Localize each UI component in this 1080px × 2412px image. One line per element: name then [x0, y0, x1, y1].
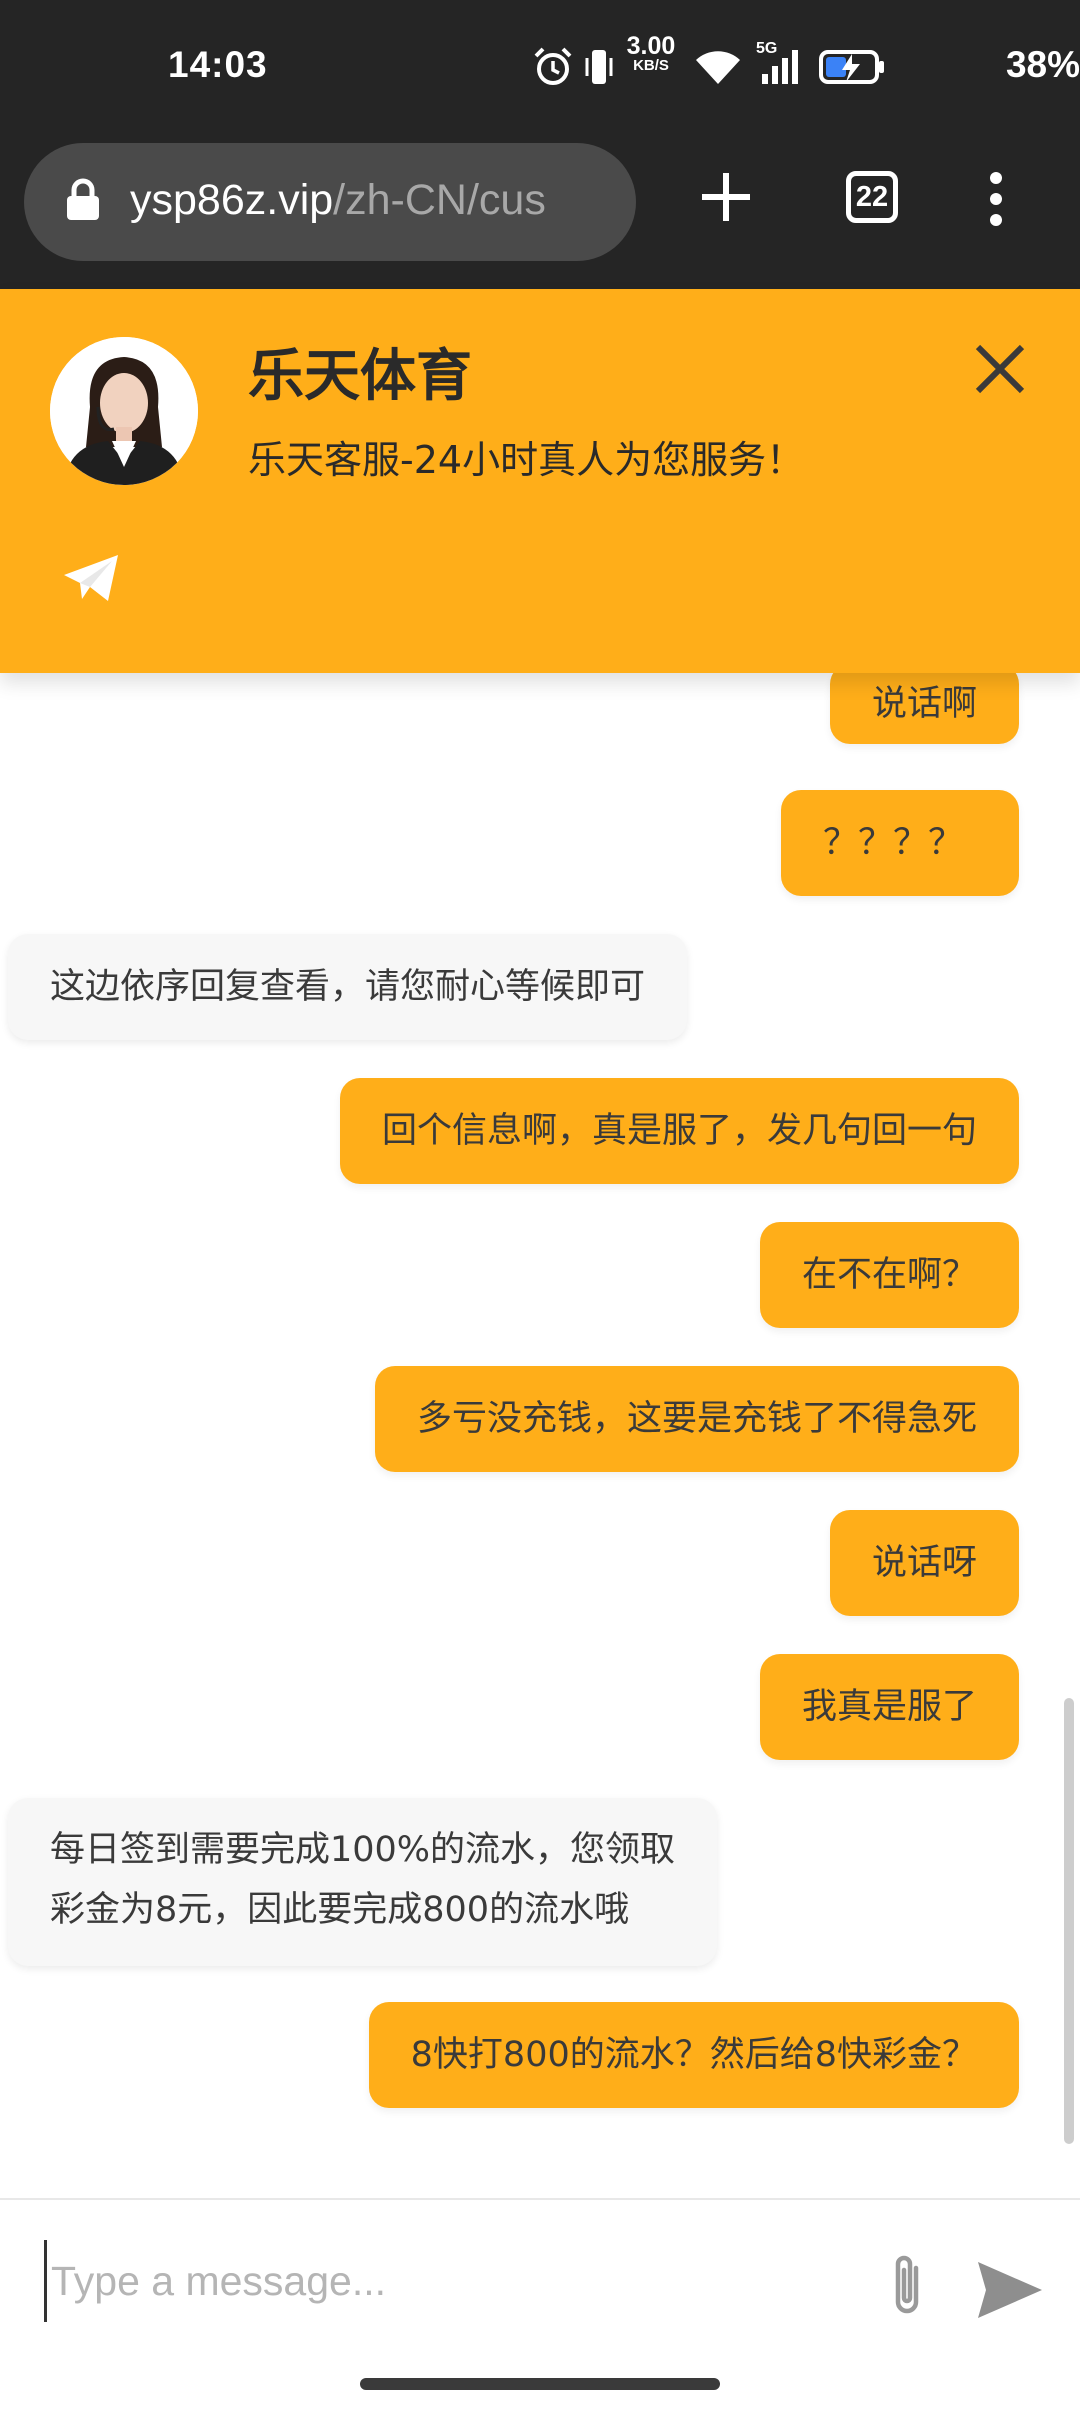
message-composer	[0, 2198, 1080, 2370]
status-icons: 3.00 KB/S 5G 38%	[520, 32, 1080, 96]
vibrate-icon	[585, 50, 613, 84]
message-outgoing: 说话呀	[829, 1510, 1019, 1616]
message-outgoing: 回个信息啊，真是服了，发几句回一句	[339, 1078, 1019, 1184]
network-speed: 3.00 KB/S	[626, 32, 676, 74]
message-scrollbar[interactable]	[1064, 1698, 1074, 2144]
battery-percent: 38%	[1005, 44, 1080, 85]
alarm-icon	[534, 47, 572, 85]
wifi-icon	[696, 51, 740, 84]
signal-icon	[762, 50, 798, 84]
message-list[interactable]: 说话啊 ？？？？ 这边依序回复查看，请您耐心等候即可 回个信息啊，真是服了，发几…	[0, 673, 1080, 2203]
agent-avatar-image	[50, 337, 198, 485]
send-icon[interactable]	[976, 2260, 1044, 2320]
status-bar: 14:03 3.00 KB/S 5G 38%	[0, 0, 1080, 135]
browser-toolbar: ysp86z.vip/zh-CN/cus 22	[0, 135, 1080, 289]
message-outgoing: 8快打800的流水？然后给8快彩金？	[368, 2002, 1019, 2108]
message-outgoing: 我真是服了	[759, 1654, 1019, 1760]
agent-name: 乐天体育	[248, 344, 472, 409]
message-outgoing: 在不在啊？	[759, 1222, 1019, 1328]
agent-avatar	[50, 337, 198, 485]
message-incoming: 这边依序回复查看，请您耐心等候即可	[8, 934, 688, 1040]
url-path: /zh-CN/cus	[333, 176, 546, 224]
paperclip-icon[interactable]	[886, 2252, 930, 2322]
message-outgoing: 说话啊	[829, 673, 1019, 744]
telegram-icon[interactable]	[62, 553, 120, 603]
url-text: ysp86z.vip/zh-CN/cus	[130, 176, 630, 225]
address-bar[interactable]: ysp86z.vip/zh-CN/cus	[24, 143, 636, 261]
status-time: 14:03	[168, 44, 268, 85]
tab-switcher-button[interactable]: 22	[846, 171, 898, 223]
close-icon[interactable]	[970, 339, 1030, 399]
lock-icon	[67, 178, 99, 220]
chat-header: 乐天体育 乐天客服-24小时真人为您服务！	[0, 289, 1080, 673]
agent-subtitle: 乐天客服-24小时真人为您服务！	[248, 438, 805, 482]
new-tab-icon[interactable]	[698, 169, 754, 225]
more-menu-icon[interactable]	[982, 169, 1010, 229]
message-outgoing: ？？？？	[781, 790, 1019, 896]
url-host: ysp86z.vip	[130, 176, 334, 224]
message-incoming: 每日签到需要完成100%的流水，您领取 彩金为8元，因此要完成800的流水哦	[8, 1798, 718, 1966]
battery-charging-icon	[819, 50, 884, 84]
message-outgoing: 多亏没充钱，这要是充钱了不得急死	[374, 1366, 1019, 1472]
gesture-navigation-bar[interactable]	[360, 2378, 720, 2390]
message-input[interactable]	[44, 2240, 853, 2322]
